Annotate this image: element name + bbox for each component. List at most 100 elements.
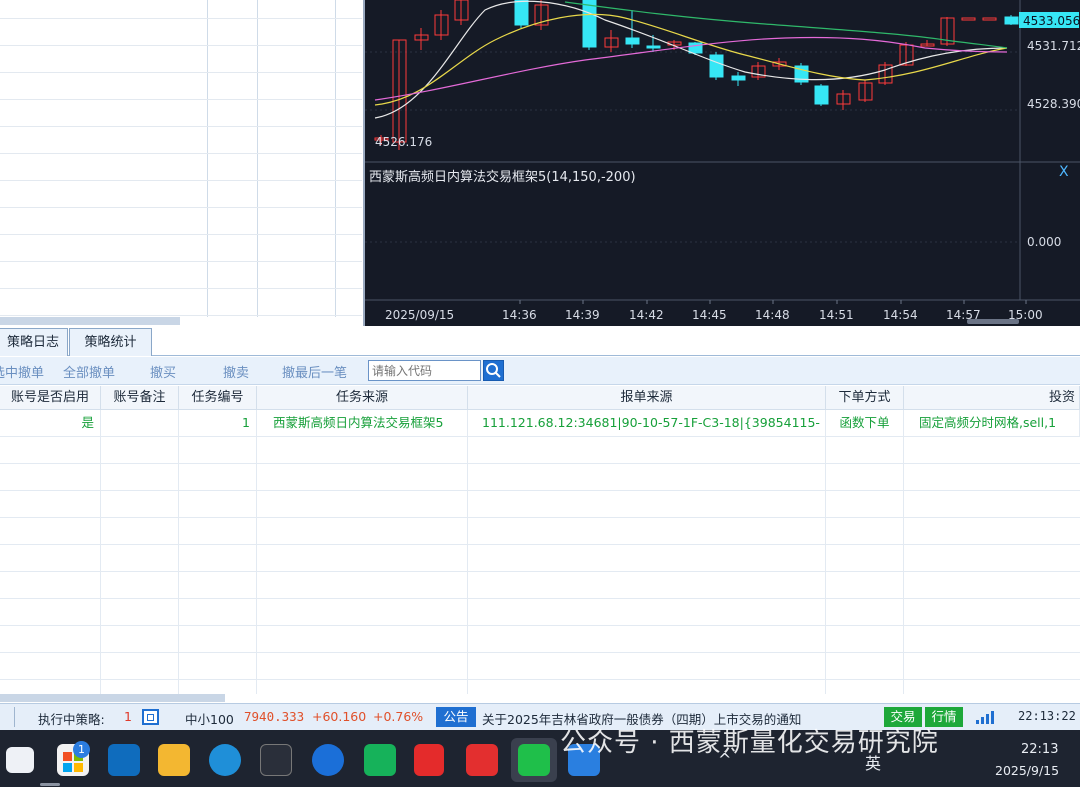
table-row[interactable] (0, 491, 1080, 518)
table-row[interactable] (0, 572, 1080, 599)
table-row[interactable] (0, 437, 1080, 464)
col-header-task-id[interactable]: 任务编号 (179, 386, 257, 410)
bottom-tab-bar: 策略日志 策略统计 (0, 328, 1080, 356)
table-row[interactable] (0, 545, 1080, 572)
edge-browser-icon[interactable] (209, 744, 241, 776)
grid-row-line (0, 234, 362, 235)
green-app-icon[interactable] (364, 744, 396, 776)
cell-enabled: 是 (0, 410, 101, 436)
watermark-text: 公众号 · 西蒙斯量化交易研究院 (560, 728, 939, 758)
close-icon[interactable]: X (1059, 164, 1069, 180)
table-row[interactable] (0, 653, 1080, 680)
price-tick-label: 4531.712 (1027, 39, 1080, 53)
task-view-icon[interactable] (6, 747, 34, 773)
status-divider (14, 707, 15, 727)
indicator-zero-label: 0.000 (1027, 235, 1061, 249)
grid-row-line (0, 261, 362, 262)
col-header-enabled[interactable]: 账号是否启用 (0, 386, 101, 410)
col-header-task-source[interactable]: 任务来源 (257, 386, 468, 410)
status-clock: 22:13:22 (1018, 709, 1076, 723)
grid-row-line (0, 288, 362, 289)
wps-icon[interactable] (414, 744, 444, 776)
table-row[interactable] (0, 518, 1080, 545)
search-icon (486, 363, 501, 378)
grid-row-line (0, 180, 362, 181)
candles-group (374, 0, 1019, 150)
signal-icon (976, 711, 994, 724)
grid-divider (257, 0, 258, 317)
cancel-selected-button[interactable]: 选中撤单 (0, 362, 44, 381)
col-header-investment[interactable]: 投资 (904, 386, 1080, 410)
time-tick-label: 14:39 (565, 308, 600, 322)
table-row[interactable] (0, 680, 1080, 694)
moving-average-lines (374, 0, 1008, 119)
tab-strategy-log[interactable]: 策略日志 (0, 328, 68, 356)
time-tick-label: 14:45 (692, 308, 727, 322)
candle-up (961, 17, 976, 21)
table-row[interactable]: 是 1 西蒙斯高频日内算法交易框架5 111.121.68.12:34681|9… (0, 410, 1080, 437)
grid-row-line (0, 207, 362, 208)
cell-task-id: 1 (179, 410, 257, 436)
left-data-grid (0, 0, 362, 325)
time-tick-label: 14:54 (883, 308, 918, 322)
candle-down (1004, 16, 1019, 25)
candle-down (582, 0, 597, 48)
cell-order-source: 111.121.68.12:34681|90-10-57-1F-C3-18|{3… (468, 410, 826, 436)
running-indicator (40, 783, 60, 786)
cell-investment: 固定高频分时网格,sell,1 (904, 410, 1080, 436)
time-tick-label: 14:51 (819, 308, 854, 322)
table-row[interactable] (0, 599, 1080, 626)
table-scrollbar[interactable] (0, 694, 1080, 702)
date-label: 2025/09/15 (385, 308, 454, 322)
taskbar-time[interactable]: 22:13 (1021, 742, 1058, 757)
wechat-icon-active[interactable] (511, 738, 557, 782)
candle-down (646, 45, 661, 49)
kline-chart[interactable]: 4531.712 4528.390 0.000 4533.056 4526.17… (363, 0, 1080, 326)
candle-down (814, 85, 829, 105)
outlook-icon[interactable] (108, 744, 140, 776)
candle-down (731, 75, 746, 81)
strategy-monitor-icon[interactable] (142, 709, 159, 725)
indicator-title: 西蒙斯高频日内算法交易框架5(14,150,-200) (369, 170, 636, 185)
taskbar-date[interactable]: 2025/9/15 (995, 763, 1059, 778)
candle-down (709, 54, 724, 78)
notice-tag[interactable]: 公告 (436, 707, 476, 727)
table-row[interactable] (0, 626, 1080, 653)
col-header-order-source[interactable]: 报单来源 (468, 386, 826, 410)
red-app-icon[interactable] (466, 744, 498, 776)
code-search-input[interactable] (368, 360, 481, 381)
candle-down (688, 42, 703, 54)
table-header-row: 账号是否启用 账号备注 任务编号 任务来源 报单来源 下单方式 投资 (0, 386, 1080, 410)
cell-note (101, 410, 179, 436)
col-header-note[interactable]: 账号备注 (101, 386, 179, 410)
cancel-all-button[interactable]: 全部撤单 (63, 362, 115, 381)
order-table: 账号是否启用 账号备注 任务编号 任务来源 报单来源 下单方式 投资 是 1 西… (0, 386, 1080, 694)
time-axis: 14:36 14:39 14:42 14:45 14:48 14:51 14:54 14:57… (502, 300, 1043, 322)
cancel-last-button[interactable]: 撤最后一笔 (282, 362, 347, 381)
cell-task-source: 西蒙斯高频日内算法交易框架5 (257, 410, 468, 436)
grid-row-line (0, 99, 362, 100)
file-explorer-icon[interactable] (158, 744, 190, 776)
last-price-label: 4533.056 (1023, 14, 1080, 28)
candle-down (514, 0, 529, 26)
left-grid-scrollbar[interactable] (0, 317, 180, 325)
col-header-order-method[interactable]: 下单方式 (826, 386, 904, 410)
running-strategy-count: 1 (124, 709, 132, 724)
search-button[interactable] (483, 360, 504, 381)
index-value: 7940.333 (244, 709, 305, 724)
notification-badge: 1 (73, 741, 90, 758)
grid-divider (335, 0, 336, 317)
time-tick-label: 14:42 (629, 308, 664, 322)
tab-strategy-stats[interactable]: 策略统计 (69, 328, 152, 356)
index-change: +60.160 (312, 709, 367, 724)
table-row[interactable] (0, 464, 1080, 491)
kline-chart-canvas: 4531.712 4528.390 0.000 4533.056 4526.17… (365, 0, 1080, 324)
low-price-label: 4526.176 (375, 135, 432, 149)
table-scrollbar-thumb[interactable] (0, 694, 225, 702)
app-cube-icon[interactable] (260, 744, 292, 776)
grid-row-line (0, 315, 362, 316)
cancel-sell-button[interactable]: 撤卖 (223, 362, 249, 381)
grid-row-line (0, 18, 362, 19)
cancel-buy-button[interactable]: 撤买 (150, 362, 176, 381)
ai-browser-icon[interactable] (312, 744, 344, 776)
